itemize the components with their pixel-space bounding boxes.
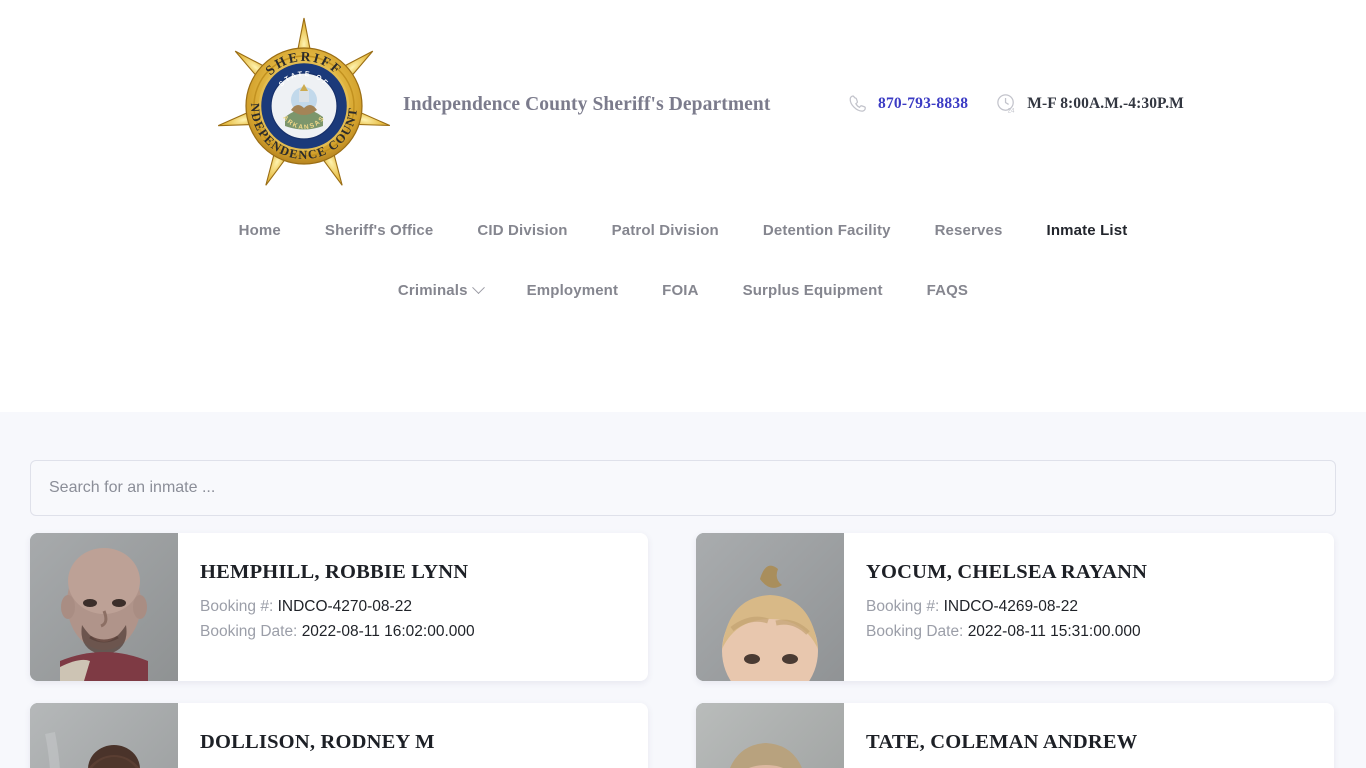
booking-date-value: 2022-08-11 15:31:00.000 [967, 623, 1141, 640]
main-navigation: Home Sheriff's Office CID Division Patro… [0, 200, 1366, 320]
inmate-name: DOLLISON, RODNEY M [200, 731, 435, 753]
inmate-card[interactable]: TATE, COLEMAN ANDREW Booking #: Booking … [696, 703, 1334, 768]
nav-item-reserves[interactable]: Reserves [913, 222, 1025, 239]
mugshot-photo [30, 703, 178, 768]
booking-number-label: Booking #: [200, 598, 274, 615]
nav-item-faqs[interactable]: FAQS [905, 282, 990, 299]
mugshot-photo [696, 703, 844, 768]
header-top-bar: SHERIFF INDEPENDENCE COUNTY STATE OF ARK… [0, 0, 1366, 198]
inmate-booking-date: Booking Date: 2022-08-11 16:02:00.000 [200, 623, 648, 641]
site-header: SHERIFF INDEPENDENCE COUNTY STATE OF ARK… [0, 0, 1366, 412]
inmate-name: YOCUM, CHELSEA RAYANN [866, 561, 1148, 583]
office-hours: M-F 8:00A.M.-4:30P.M [1027, 94, 1184, 112]
inmate-name: TATE, COLEMAN ANDREW [866, 731, 1138, 753]
nav-item-sheriffs-office[interactable]: Sheriff's Office [303, 222, 456, 239]
nav-row-primary: Home Sheriff's Office CID Division Patro… [0, 200, 1366, 260]
inmate-list-section: HEMPHILL, ROBBIE LYNN Booking #: INDCO-4… [0, 412, 1366, 768]
header-contact-block: 870-793-8838 24 M-F 8:00A.M.-4:30P.M [846, 92, 1184, 115]
svg-text:24: 24 [1008, 107, 1015, 114]
sheriff-badge-logo[interactable]: SHERIFF INDEPENDENCE COUNTY STATE OF ARK… [215, 14, 393, 194]
nav-row-secondary: Criminals Employment FOIA Surplus Equipm… [0, 260, 1366, 320]
clock-24-icon: 24 [995, 92, 1018, 115]
inmate-mugshot [30, 703, 178, 768]
inmate-card[interactable]: YOCUM, CHELSEA RAYANN Booking #: INDCO-4… [696, 533, 1334, 681]
nav-item-foia[interactable]: FOIA [640, 282, 720, 299]
nav-label: Sheriff's Office [324, 221, 434, 239]
chevron-down-icon [471, 280, 485, 294]
nav-label: FAQS [926, 281, 969, 299]
nav-item-inmate-list[interactable]: Inmate List [1025, 222, 1150, 239]
nav-item-home[interactable]: Home [217, 222, 303, 239]
search-bar [30, 460, 1336, 516]
nav-item-employment[interactable]: Employment [505, 282, 641, 299]
mugshot-photo [30, 533, 178, 681]
nav-label: Reserves [934, 221, 1003, 239]
nav-label: Employment [526, 281, 619, 299]
sheriff-badge-star-icon: SHERIFF INDEPENDENCE COUNTY STATE OF ARK… [215, 14, 391, 186]
inmate-card[interactable]: HEMPHILL, ROBBIE LYNN Booking #: INDCO-4… [30, 533, 648, 681]
inmate-card-body: TATE, COLEMAN ANDREW Booking #: Booking … [844, 703, 1334, 768]
nav-label: FOIA [662, 281, 699, 299]
nav-item-detention-facility[interactable]: Detention Facility [741, 222, 913, 239]
booking-number-value: INDCO-4270-08-22 [277, 598, 412, 615]
booking-date-label: Booking Date: [200, 623, 298, 640]
nav-label: CID Division [477, 221, 568, 239]
nav-label: Criminals [397, 281, 468, 299]
inmate-booking-number: Booking #: INDCO-4270-08-22 [200, 598, 648, 616]
site-title: Independence County Sheriff's Department [403, 94, 771, 115]
nav-item-cid-division[interactable]: CID Division [455, 222, 589, 239]
mugshot-photo [696, 533, 844, 681]
nav-label: Detention Facility [762, 221, 891, 239]
booking-date-value: 2022-08-11 16:02:00.000 [301, 623, 475, 640]
booking-number-value: INDCO-4269-08-22 [943, 598, 1078, 615]
inmate-mugshot [30, 533, 178, 681]
nav-item-surplus-equipment[interactable]: Surplus Equipment [721, 282, 905, 299]
hours-contact: 24 M-F 8:00A.M.-4:30P.M [995, 92, 1184, 115]
booking-date-label: Booking Date: [866, 623, 964, 640]
nav-label: Surplus Equipment [742, 281, 883, 299]
inmate-card-body: YOCUM, CHELSEA RAYANN Booking #: INDCO-4… [844, 533, 1334, 681]
phone-contact[interactable]: 870-793-8838 [846, 92, 968, 115]
search-input[interactable] [30, 460, 1336, 516]
inmate-card-body: HEMPHILL, ROBBIE LYNN Booking #: INDCO-4… [178, 533, 648, 681]
inmate-card-body: DOLLISON, RODNEY M Booking #: Booking Da… [178, 703, 648, 768]
inmate-booking-date: Booking Date: 2022-08-11 15:31:00.000 [866, 623, 1334, 641]
phone-number: 870-793-8838 [878, 94, 969, 112]
inmate-mugshot [696, 533, 844, 681]
inmate-card[interactable]: DOLLISON, RODNEY M Booking #: Booking Da… [30, 703, 648, 768]
inmate-mugshot [696, 703, 844, 768]
inmate-cards-grid: HEMPHILL, ROBBIE LYNN Booking #: INDCO-4… [30, 533, 1336, 768]
nav-item-patrol-division[interactable]: Patrol Division [590, 222, 741, 239]
inmate-booking-number: Booking #: INDCO-4269-08-22 [866, 598, 1334, 616]
nav-item-criminals[interactable]: Criminals [376, 280, 505, 299]
inmate-name: HEMPHILL, ROBBIE LYNN [200, 561, 469, 583]
phone-icon [846, 92, 869, 115]
booking-number-label: Booking #: [866, 598, 940, 615]
nav-label: Inmate List [1046, 221, 1128, 239]
nav-label: Patrol Division [611, 221, 719, 239]
nav-label: Home [238, 221, 281, 239]
